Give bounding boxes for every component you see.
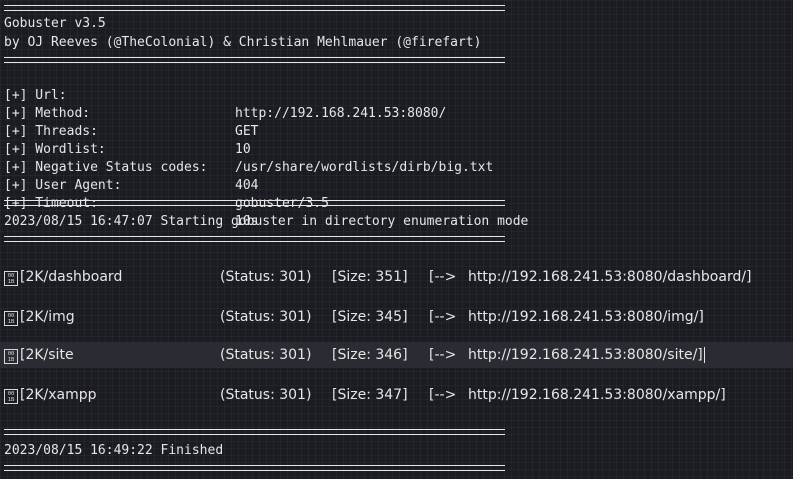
result-path: [2K/xampp [20, 387, 97, 403]
separator-rule [4, 429, 505, 435]
result-row-selected[interactable]: 00 1B [2K/site (Status: 301) [Size: 346] … [0, 342, 793, 368]
result-path: [2K/dashboard [20, 269, 123, 285]
config-row-threads: [+] Threads: 10 [4, 105, 251, 157]
result-status: (Status: 301) [220, 347, 312, 363]
result-status: (Status: 301) [220, 309, 312, 325]
separator-rule [4, 465, 505, 471]
config-row-user-agent: [+] User Agent: gobuster/3.5 [4, 159, 329, 211]
result-size: [Size: 346] [332, 347, 408, 363]
result-size: [Size: 345] [332, 309, 408, 325]
result-arrow: [--> [429, 309, 457, 325]
result-arrow: [--> [429, 269, 457, 285]
terminal-output[interactable]: Gobuster v3.5 by OJ Reeves (@TheColonial… [0, 0, 793, 479]
separator-rule [4, 5, 505, 11]
config-value: 404 [235, 178, 259, 193]
separator-rule [4, 200, 505, 206]
unknown-char-icon: 00 1B [4, 389, 18, 404]
result-path: [2K/site [20, 347, 74, 363]
config-row-url: [+] Url: http://192.168.241.53:8080/ [4, 69, 446, 121]
result-arrow: [--> [429, 347, 457, 363]
result-url: http://192.168.241.53:8080/site/] [468, 342, 706, 368]
separator-rule [4, 57, 505, 63]
config-value: /usr/share/wordlists/dirb/big.txt [235, 160, 494, 175]
result-size: [Size: 347] [332, 387, 408, 403]
config-row-wordlist: [+] Wordlist: /usr/share/wordlists/dirb/… [4, 123, 493, 175]
result-url: http://192.168.241.53:8080/img/] [468, 309, 704, 325]
result-url: http://192.168.241.53:8080/dashboard/] [468, 269, 752, 285]
result-row: 00 1B [2K/dashboard (Status: 301) [Size: … [0, 264, 793, 290]
text-cursor [703, 347, 706, 363]
config-value: GET [235, 124, 259, 139]
config-row-negative-status: [+] Negative Status codes: 404 [4, 141, 258, 193]
config-row-method: [+] Method: GET [4, 87, 258, 139]
result-status: (Status: 301) [220, 387, 312, 403]
result-row: 00 1B [2K/xampp (Status: 301) [Size: 347]… [0, 382, 793, 408]
banner-title: Gobuster v3.5 [4, 16, 106, 31]
result-url: http://192.168.241.53:8080/xampp/] [468, 387, 726, 403]
config-value: http://192.168.241.53:8080/ [235, 106, 447, 121]
unknown-char-icon: 00 1B [4, 311, 18, 326]
result-size: [Size: 351] [332, 269, 408, 285]
result-status: (Status: 301) [220, 269, 312, 285]
unknown-char-icon: 00 1B [4, 349, 18, 364]
result-path: [2K/img [20, 309, 75, 325]
finish-message: 2023/08/15 16:49:22 Finished [4, 443, 224, 458]
start-message: 2023/08/15 16:47:07 Starting gobuster in… [4, 214, 529, 229]
separator-rule [4, 236, 505, 242]
config-row-timeout: [+] Timeout: 10s [4, 177, 258, 229]
banner-authors: by OJ Reeves (@TheColonial) & Christian … [4, 35, 482, 50]
config-value: 10 [235, 142, 251, 157]
unknown-char-icon: 00 1B [4, 271, 18, 286]
result-arrow: [--> [429, 387, 457, 403]
result-row: 00 1B [2K/img (Status: 301) [Size: 345] [… [0, 304, 793, 330]
